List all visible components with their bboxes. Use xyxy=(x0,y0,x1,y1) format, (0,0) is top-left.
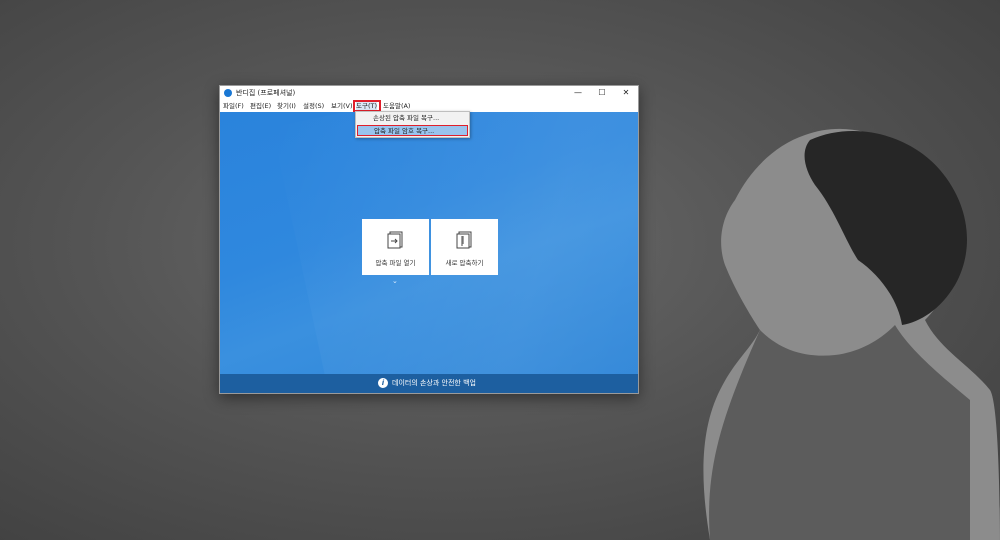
title-bar[interactable]: 반디집 (프로페셔널) — ☐ ✕ xyxy=(220,86,638,100)
chevron-down-icon[interactable]: ⌄ xyxy=(392,277,398,285)
menu-find[interactable]: 찾기(I) xyxy=(277,101,296,111)
minimize-button[interactable]: — xyxy=(566,86,590,100)
footer-text[interactable]: 데이터의 손상과 안전한 백업 xyxy=(392,378,476,388)
menu-tools[interactable]: 도구(T) xyxy=(356,101,378,111)
tools-dropdown-menu: 손상된 압축 파일 복구... 압축 파일 암호 복구... xyxy=(355,111,470,138)
close-button[interactable]: ✕ xyxy=(614,86,638,100)
background-photo xyxy=(703,128,1000,540)
menu-file[interactable]: 파일(F) xyxy=(223,101,244,111)
menu-help[interactable]: 도움말(A) xyxy=(383,101,410,111)
footer-bar[interactable]: i 데이터의 손상과 안전한 백업 xyxy=(220,374,638,393)
maximize-button[interactable]: ☐ xyxy=(590,86,614,100)
new-archive-icon xyxy=(456,231,472,249)
menu-item-repair-archive[interactable]: 손상된 압축 파일 복구... xyxy=(357,113,468,124)
open-archive-label: 압축 파일 열기 xyxy=(375,259,416,267)
app-logo-icon xyxy=(224,89,232,97)
window-title: 반디집 (프로페셔널) xyxy=(236,89,296,97)
menu-view[interactable]: 보기(V) xyxy=(331,101,352,111)
menu-edit[interactable]: 편집(E) xyxy=(250,101,271,111)
open-archive-icon xyxy=(387,231,403,249)
new-archive-label: 새로 압축하기 xyxy=(445,259,484,267)
new-archive-button[interactable]: 새로 압축하기 xyxy=(431,219,498,275)
menu-settings[interactable]: 설정(S) xyxy=(303,101,324,111)
main-panel: 압축 파일 열기 새로 압축하기 ⌄ xyxy=(220,112,638,374)
menu-item-recover-password[interactable]: 압축 파일 암호 복구... xyxy=(357,125,468,136)
open-archive-button[interactable]: 압축 파일 열기 xyxy=(362,219,429,275)
info-icon: i xyxy=(378,378,388,388)
